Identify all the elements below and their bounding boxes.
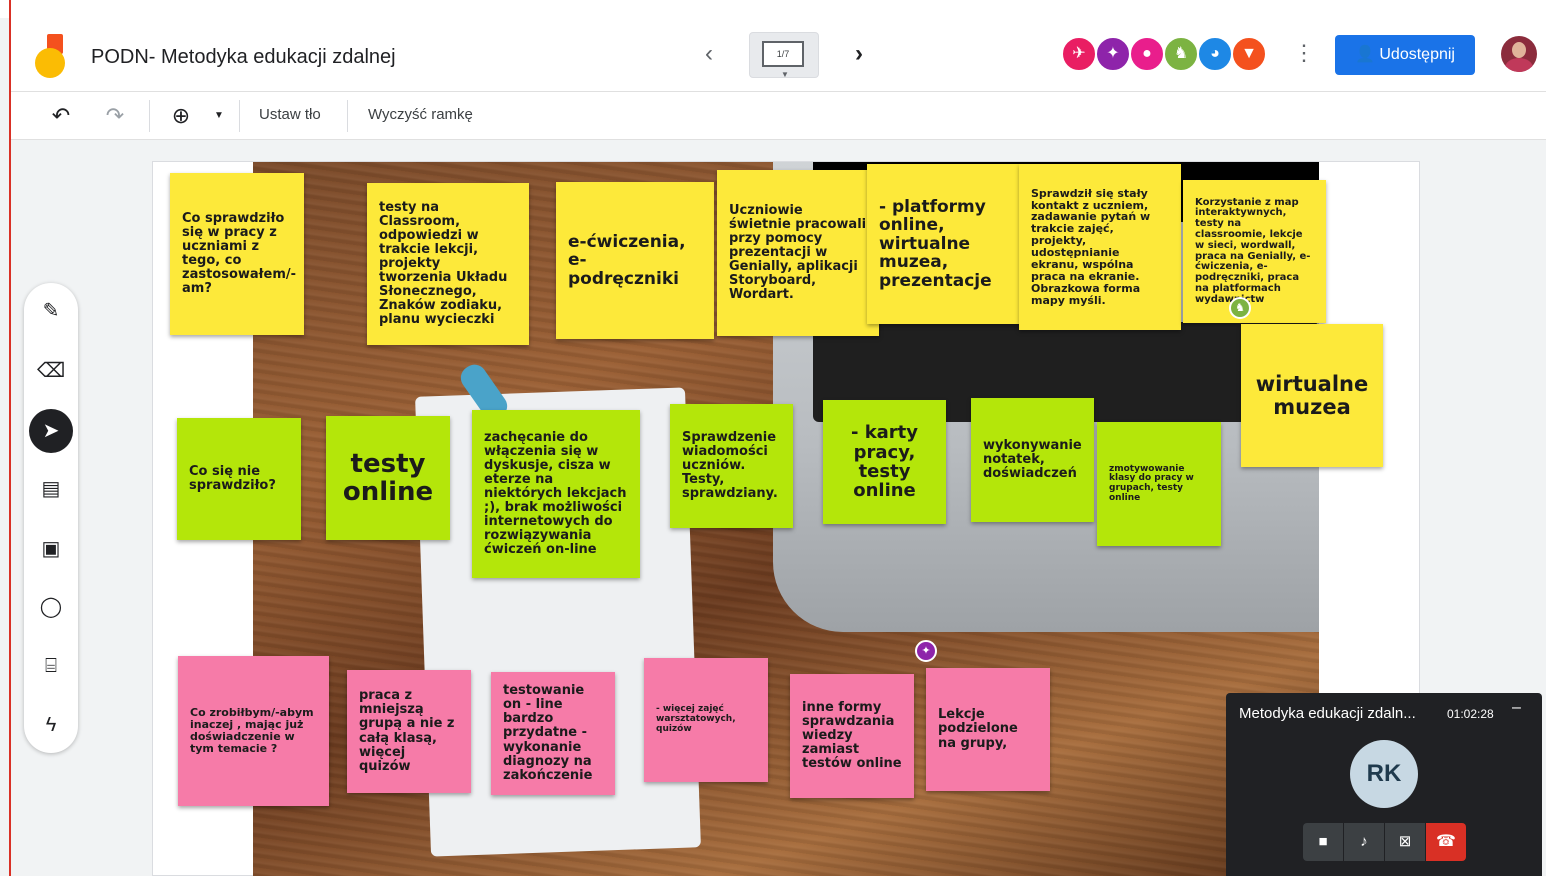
sticky-note[interactable]: testy na Classroom, odpowiedzi w trakcie…: [367, 183, 529, 345]
sticky-note[interactable]: - karty pracy, testy online: [823, 400, 946, 524]
sticky-note[interactable]: Korzystanie z map interaktywnych, testy …: [1183, 180, 1326, 323]
anonymous-avatar-icon[interactable]: ▼: [1231, 36, 1267, 72]
meet-timer: 01:02:28: [1447, 707, 1494, 721]
sticky-note[interactable]: Lekcje podzielone na grupy,: [926, 668, 1050, 791]
more-options-icon[interactable]: ⋮: [1293, 40, 1315, 70]
camera-icon[interactable]: ■: [1303, 823, 1343, 861]
anonymous-avatar-icon[interactable]: ✦: [1095, 36, 1131, 72]
toolbar-divider: [347, 100, 348, 132]
sticky-note[interactable]: - platformy online, wirtualne muzea, pre…: [867, 164, 1029, 324]
jamboard-logo-icon[interactable]: [35, 34, 69, 78]
zoom-dropdown-icon[interactable]: ▼: [205, 102, 233, 130]
editing-toolbar: ↶ ↷ ⊕ ▼ Ustaw tło Wyczyść ramkę: [11, 92, 1546, 140]
frame-indicator: 1/7: [762, 41, 804, 67]
select-tool-icon[interactable]: ➤: [29, 409, 73, 453]
hang-up-icon[interactable]: ☎: [1426, 823, 1466, 861]
anonymous-avatar-icon[interactable]: ◕: [1197, 36, 1233, 72]
minimize-icon[interactable]: –: [1512, 699, 1521, 717]
anonymous-avatar-icon[interactable]: ♞: [1163, 36, 1199, 72]
sticky-note[interactable]: wykonywanie notatek, doświadczeń: [971, 398, 1094, 522]
sticky-note[interactable]: Co sprawdziło się w pracy z uczniami z t…: [170, 173, 304, 335]
collaborator-cursor-icon: ✦: [915, 640, 937, 662]
redo-icon[interactable]: ↷: [101, 102, 129, 130]
anonymous-avatar-icon[interactable]: ●: [1129, 36, 1165, 72]
anonymous-viewers: ✈ ✦ ● ♞ ◕ ▼: [1061, 36, 1267, 76]
sticky-note[interactable]: Sprawdzenie wiadomości uczniów. Testy, s…: [670, 404, 793, 528]
tool-sidebar: ✎ ⌫ ➤ ▤ ▣ ◯ ⌸ ϟ: [24, 283, 78, 753]
microphone-icon[interactable]: ♪: [1344, 823, 1384, 861]
top-strip: [0, 0, 1546, 18]
toolbar-divider: [149, 100, 150, 132]
sticky-note-icon[interactable]: ▤: [37, 475, 65, 503]
pen-tool-icon[interactable]: ✎: [37, 297, 65, 325]
present-screen-icon[interactable]: ⊠: [1385, 823, 1425, 861]
sticky-note[interactable]: - więcej zajęć warsztatowych, quizów: [644, 658, 768, 782]
laser-icon[interactable]: ϟ: [37, 711, 65, 739]
chevron-down-icon: ▼: [781, 70, 789, 79]
sticky-note[interactable]: zachęcanie do włączenia się w dyskusje, …: [472, 410, 640, 578]
sticky-note[interactable]: Sprawdził się stały kontakt z uczniem, z…: [1019, 164, 1181, 330]
anonymous-avatar-icon[interactable]: ✈: [1061, 36, 1097, 72]
sticky-note[interactable]: testy online: [326, 416, 450, 540]
meet-title: Metodyka edukacji zdaln...: [1239, 705, 1416, 722]
undo-icon[interactable]: ↶: [47, 102, 75, 130]
share-button[interactable]: 👤 Udostępnij: [1335, 35, 1475, 75]
share-button-label: Udostępnij: [1379, 46, 1455, 63]
next-frame-button[interactable]: ›: [847, 40, 871, 70]
app-header: PODN- Metodyka edukacji zdalnej ‹ 1/7 ▼ …: [11, 18, 1546, 92]
zoom-icon[interactable]: ⊕: [167, 102, 195, 130]
sticky-note[interactable]: Co zrobiłbym/-abym inaczej , mając już d…: [178, 656, 329, 806]
sticky-note[interactable]: Uczniowie świetnie pracowali przy pomocy…: [717, 170, 879, 336]
image-icon[interactable]: ▣: [37, 535, 65, 563]
window-edge: [9, 0, 11, 876]
sticky-note[interactable]: wirtualne muzea: [1241, 324, 1383, 467]
eraser-icon[interactable]: ⌫: [37, 357, 65, 385]
text-box-icon[interactable]: ⌸: [37, 652, 65, 680]
collaborator-cursor-icon: ♞: [1229, 297, 1251, 319]
sticky-note[interactable]: praca z mniejszą grupą a nie z całą klas…: [347, 670, 471, 793]
shape-circle-icon[interactable]: ◯: [37, 593, 65, 621]
sticky-note[interactable]: testowanie on - line bardzo przydatne - …: [491, 672, 615, 795]
meet-pip-window[interactable]: Metodyka edukacji zdaln... 01:02:28 – RK…: [1226, 693, 1542, 876]
frame-bar-toggle[interactable]: 1/7 ▼: [749, 32, 819, 79]
participant-avatar: RK: [1350, 740, 1418, 808]
document-title[interactable]: PODN- Metodyka edukacji zdalnej: [91, 46, 396, 69]
sticky-note[interactable]: inne formy sprawdzania wiedzy zamiast te…: [790, 674, 914, 798]
set-background-button[interactable]: Ustaw tło: [259, 106, 321, 123]
jamboard-app: PODN- Metodyka edukacji zdalnej ‹ 1/7 ▼ …: [0, 0, 1546, 876]
sticky-note[interactable]: e-ćwiczenia, e- podręczniki: [556, 182, 714, 339]
previous-frame-button[interactable]: ‹: [697, 40, 721, 70]
account-avatar[interactable]: [1501, 36, 1537, 72]
people-icon: 👤: [1355, 46, 1380, 63]
toolbar-divider: [239, 100, 240, 132]
sticky-note[interactable]: Co się nie sprawdziło?: [177, 418, 301, 540]
sticky-note[interactable]: zmotywowanie klasy do pracy w grupach, t…: [1097, 422, 1221, 546]
clear-frame-button[interactable]: Wyczyść ramkę: [368, 106, 473, 123]
